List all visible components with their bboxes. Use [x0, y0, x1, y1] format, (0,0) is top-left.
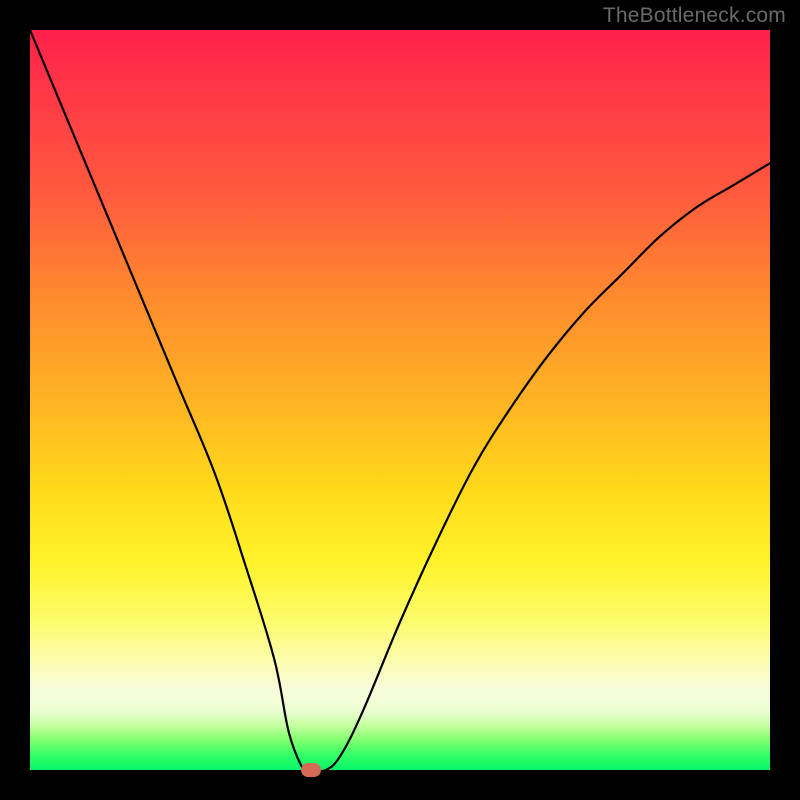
- chart-stage: TheBottleneck.com: [0, 0, 800, 800]
- optimum-marker: [301, 763, 321, 777]
- curve-path: [30, 30, 770, 773]
- bottleneck-curve: [30, 30, 770, 770]
- plot-area: [30, 30, 770, 770]
- watermark-text: TheBottleneck.com: [603, 4, 786, 28]
